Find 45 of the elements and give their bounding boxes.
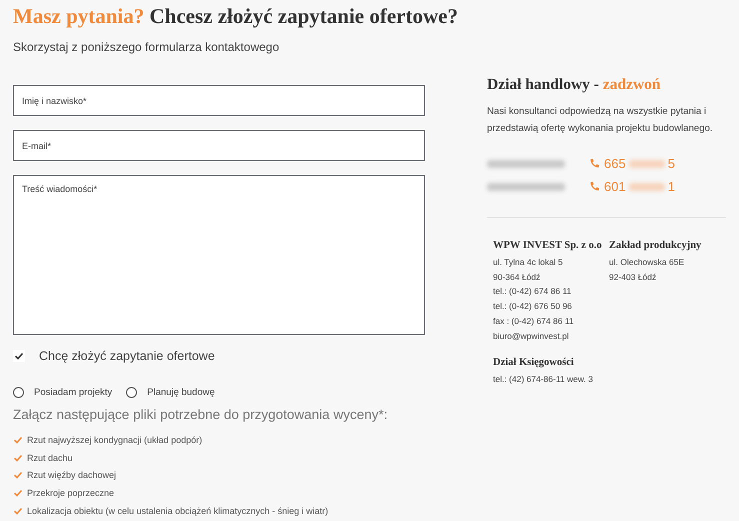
description: Nasi konsultanci odpowiedzą na wszystkie pytania i przedstawią ofertę wykonania projektu budowlanego. <box>487 105 714 136</box>
check-icon <box>13 488 23 498</box>
subtitle: Skorzystaj z poniższego formularza kontaktowego <box>13 40 280 54</box>
office-detail: tel.: (0-42) 674 86 11 <box>493 285 572 298</box>
attachment-item: Lokalizacja obiektu (w celu ustalenia obciążeń klimatycznych - śnieg i wiatr) <box>27 506 328 516</box>
office-detail: tel.: (0-42) 676 50 96 <box>493 300 573 314</box>
attachment-item: Rzut więźby dachowej <box>27 470 116 480</box>
radio-label: Planuję budowę <box>147 387 215 398</box>
office-detail: 92-403 Łódź <box>609 270 658 284</box>
phone-prefix: 601 <box>604 179 626 194</box>
radio-label: Posiadam projekty <box>34 387 112 398</box>
check-icon <box>13 434 23 445</box>
office-detail: ul. Tylna 4c lokal 5 <box>493 256 564 269</box>
phone-suffix: 1 <box>668 179 675 194</box>
radio-button[interactable] <box>126 387 138 398</box>
check-icon <box>13 470 23 480</box>
attachment-item: Rzut najwyższej kondygnacji (układ podpór) <box>27 434 202 445</box>
checkbox[interactable] <box>13 350 25 362</box>
attachment-item: Przekroje poprzeczne <box>27 488 114 498</box>
redacted-text <box>628 182 665 190</box>
phone-icon <box>589 181 600 192</box>
office-detail: biuro@wpwinvest.pl <box>493 330 570 343</box>
radio-button[interactable] <box>13 387 24 398</box>
redacted-text <box>628 160 665 168</box>
office-detail: 90-364 Łódź <box>493 270 542 284</box>
attachments-heading: Załącz następujące pliki potrzebne do przygotowania wyceny*: <box>13 407 388 422</box>
text-field[interactable]: Imię i nazwisko* <box>13 85 425 116</box>
check-icon <box>14 351 24 361</box>
office-detail: fax : (0-42) 674 86 11 <box>493 314 575 328</box>
check-icon <box>13 452 23 463</box>
message-field[interactable]: Treść wiadomości* <box>13 175 425 335</box>
office-detail: ul. Olechowska 65E <box>609 256 686 269</box>
office-detail: tel.: (42) 674-86-11 wew. 3 <box>493 373 594 386</box>
attachment-item: Rzut dachu <box>27 452 73 463</box>
office-name: Zakład produkcyjny <box>609 240 702 251</box>
office-name: WPW INVEST Sp. z o.o <box>493 240 603 251</box>
check-icon <box>13 506 23 516</box>
office-name: Dział Księgowości <box>493 357 575 368</box>
section-title: Dział handlowy - zadzwoń <box>487 76 662 94</box>
checkbox-label: Chcę złożyć zapytanie ofertowe <box>39 349 215 363</box>
phone-prefix: 665 <box>604 156 626 171</box>
phone-suffix: 5 <box>668 156 675 171</box>
text-field[interactable]: E-mail* <box>13 130 425 161</box>
phone-icon <box>589 158 600 169</box>
page-title: Masz pytania? Chcesz złożyć zapytanie ofertowe? <box>13 3 458 29</box>
